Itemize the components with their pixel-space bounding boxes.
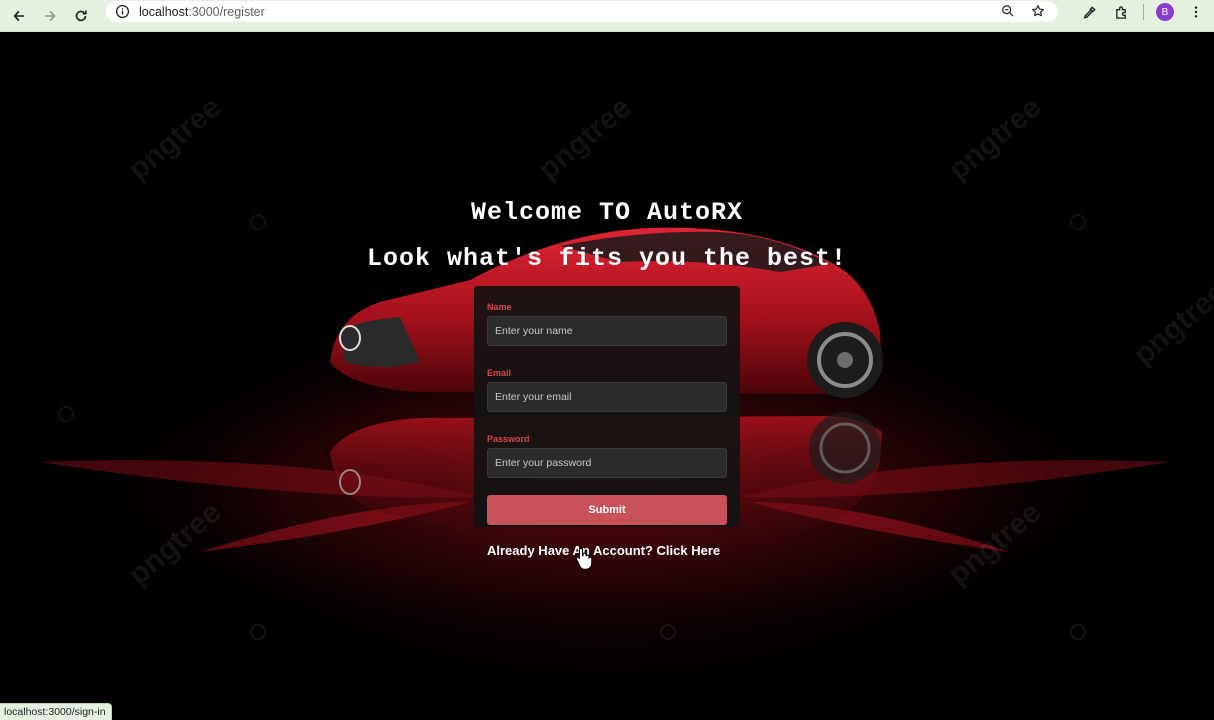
watermark-mark: [660, 624, 676, 640]
reload-icon[interactable]: [69, 4, 93, 28]
site-info-icon[interactable]: [114, 4, 130, 20]
name-input[interactable]: [487, 316, 727, 346]
password-input[interactable]: [487, 448, 727, 478]
hand-cursor-icon: [575, 547, 593, 569]
bookmark-star-icon[interactable]: [1030, 3, 1046, 19]
more-menu-icon[interactable]: [1186, 2, 1206, 22]
page-title: Welcome TO AutoRX: [470, 198, 744, 227]
eyedropper-extension-icon[interactable]: [1079, 2, 1099, 22]
extensions-puzzle-icon[interactable]: [1111, 2, 1131, 22]
watermark-mark: [1070, 624, 1086, 640]
browser-toolbar: localhost:3000/register B: [0, 0, 1214, 32]
status-bar-url: localhost:3000/sign-in: [0, 703, 112, 720]
back-icon[interactable]: [7, 4, 31, 28]
url-text: localhost:3000/register: [139, 4, 265, 19]
register-form: Name Email Password Submit: [474, 286, 740, 527]
submit-button[interactable]: Submit: [487, 495, 727, 525]
profile-avatar[interactable]: B: [1156, 3, 1174, 21]
forward-icon[interactable]: [38, 4, 62, 28]
sign-in-link[interactable]: Already Have An Account? Click Here: [487, 543, 720, 558]
address-bar[interactable]: localhost:3000/register: [106, 1, 1058, 22]
toolbar-divider: [1143, 4, 1144, 20]
password-label: Password: [487, 434, 530, 444]
name-label: Name: [487, 302, 512, 312]
register-page: pngtree pngtree pngtree pngtree pngtree …: [0, 32, 1214, 720]
email-input[interactable]: [487, 382, 727, 412]
watermark-mark: [250, 624, 266, 640]
watermark-mark: [58, 406, 74, 422]
email-label: Email: [487, 368, 512, 378]
zoom-icon[interactable]: [1000, 3, 1016, 19]
page-subtitle: Look what's fits you the best!: [366, 244, 848, 273]
